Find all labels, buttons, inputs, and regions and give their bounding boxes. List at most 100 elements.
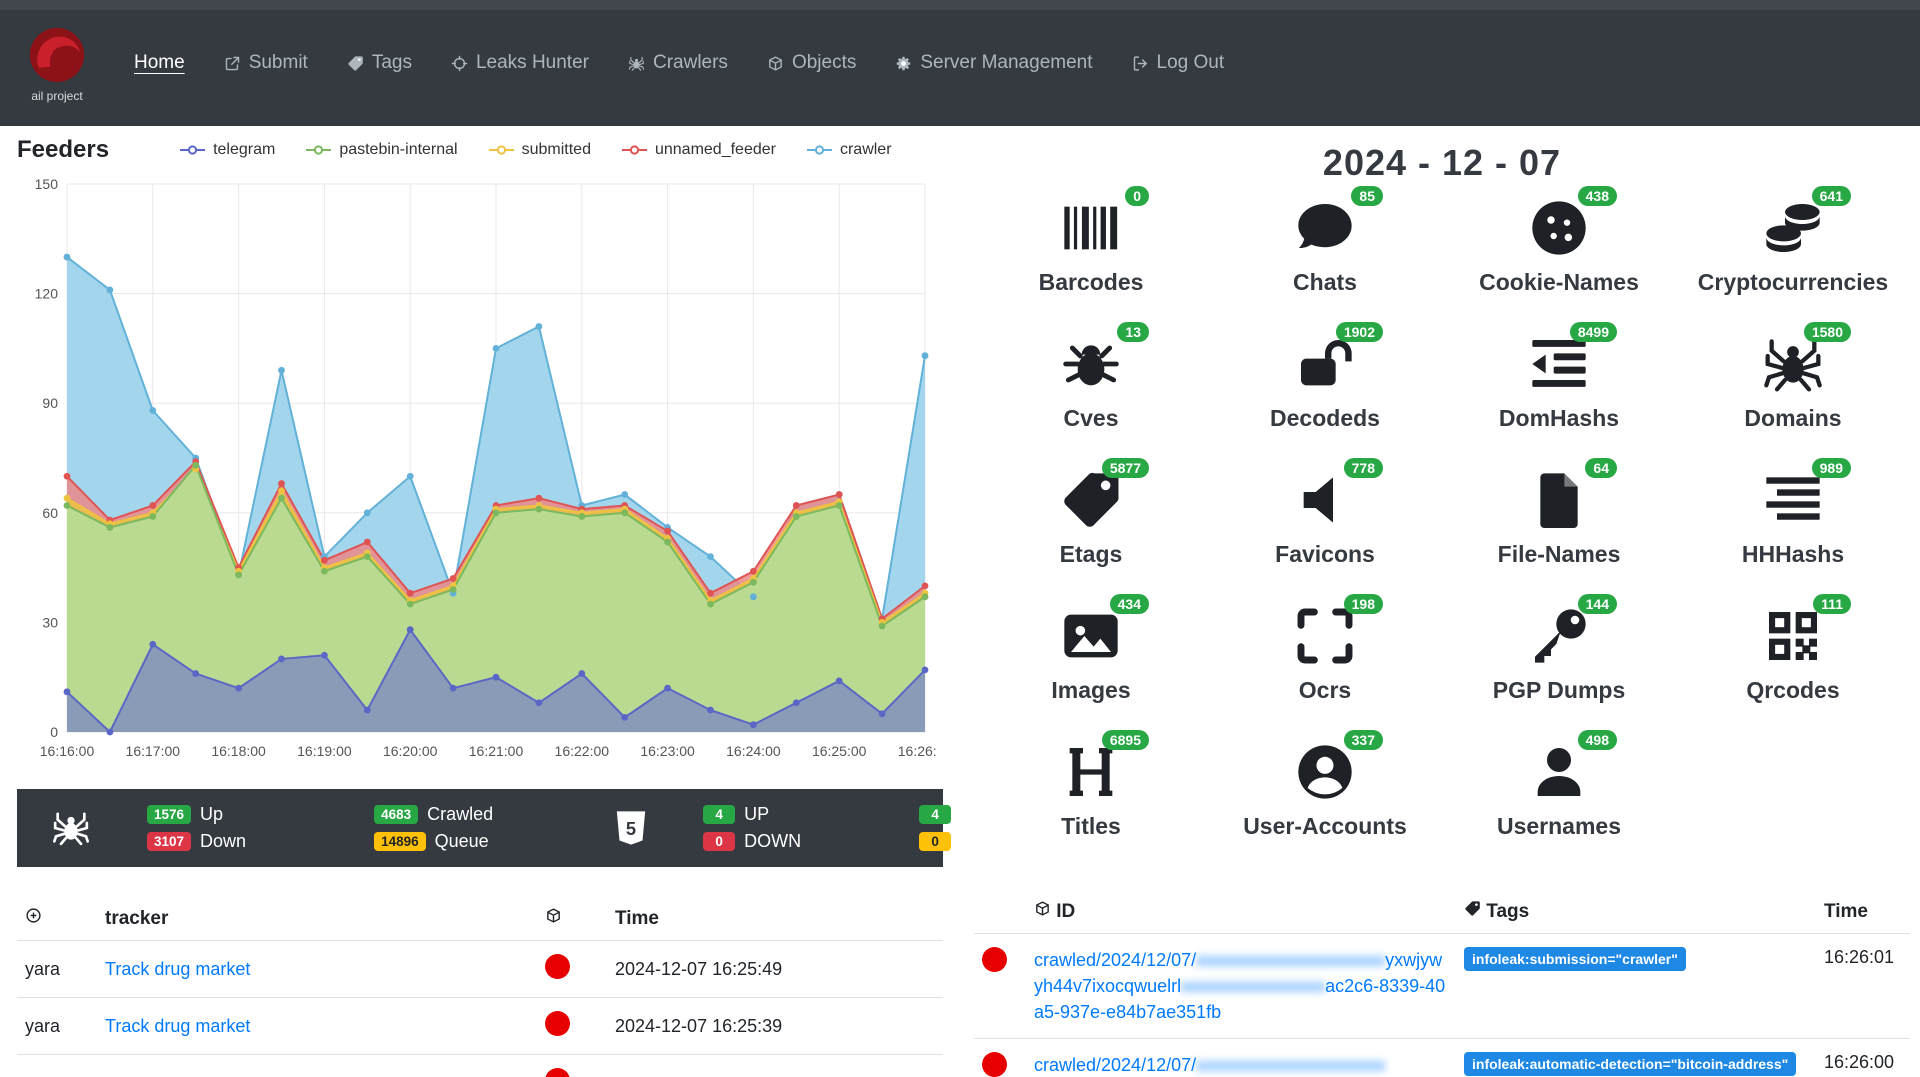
tracker-link[interactable]: Track drug market [105, 959, 250, 979]
object-card-domains[interactable]: 1580 Domains [1676, 322, 1910, 468]
object-count-badge: 13 [1117, 322, 1149, 342]
svg-text:16:20:00: 16:20:00 [383, 743, 438, 759]
nav-item-leaks-hunter[interactable]: Leaks Hunter [451, 52, 589, 74]
feeders-panel: Feeders telegram pastebin-internal submitt… [0, 126, 1026, 1077]
header-label: Tags [1481, 901, 1530, 922]
object-count-badge: 111 [1813, 594, 1851, 614]
object-count-badge: 198 [1343, 594, 1383, 614]
object-count-badge: 85 [1351, 186, 1383, 206]
object-label: Barcodes [1038, 269, 1144, 295]
object-card-file-names[interactable]: 64 File-Names [1442, 458, 1676, 604]
logo-caption: ail project [31, 88, 83, 103]
object-label: Cryptocurrencies [1697, 269, 1889, 295]
object-card-decodeds[interactable]: 1902 Decodeds [1208, 322, 1442, 468]
object-card-titles[interactable]: 6895 Titles [974, 730, 1208, 876]
object-card-usernames[interactable]: 498 Usernames [1442, 730, 1676, 876]
object-label: Decodeds [1270, 405, 1380, 431]
status-count-badge: 4683 [374, 805, 419, 824]
tracker-table-header: tracker Time [17, 897, 943, 941]
object-count-badge: 778 [1343, 458, 1383, 478]
nav-item-label: Crawlers [652, 52, 728, 73]
svg-text:90: 90 [42, 395, 58, 411]
crawled-id-link[interactable]: crawled/2024/12/07/xxxxxxxxxxxxxxxxxxxxx [1034, 1055, 1385, 1075]
tracker-link[interactable]: Track drug market [105, 1016, 250, 1036]
tag-icon [1464, 900, 1481, 917]
status-count-badge: 0 [703, 832, 736, 851]
status-label: Up [200, 804, 224, 824]
object-card-chats[interactable]: 85 Chats [1208, 186, 1442, 332]
id-row: crawled/2024/12/07/xxxxxxxxxxxxxxxxxxxxx… [974, 932, 1910, 1039]
date-heading: 2024 - 12 - 07 [1322, 142, 1562, 183]
object-card-cryptocurrencies[interactable]: 641 Cryptocurrencies [1676, 186, 1910, 332]
tags-cell: infoleak:submission="crawler" [1456, 932, 1816, 1039]
legend-label: crawler [839, 141, 892, 158]
nav-item-tags[interactable]: Tags [347, 52, 412, 74]
legend-item-submitted: submitted [488, 141, 591, 159]
tracker-row-partial [17, 1054, 943, 1077]
nav-item-objects[interactable]: Objects [767, 52, 856, 74]
cookie-icon [1527, 196, 1591, 260]
nav-item-log-out[interactable]: Log Out [1132, 52, 1224, 74]
coins-icon [1761, 196, 1825, 260]
status-row: 3107 Down [147, 831, 246, 852]
infoleak-tag-badge[interactable]: infoleak:submission="crawler" [1464, 947, 1686, 971]
html5-icon: 5 [611, 808, 651, 848]
object-card-ocrs[interactable]: 198 Ocrs [1208, 594, 1442, 740]
nav-items: Home Submit Tags Leaks Hunter Crawlers Object… [134, 52, 1263, 74]
id-text-segment: crawled/2024/12/07/ [1034, 950, 1197, 970]
status-count-badge: 3107 [147, 832, 192, 851]
id-table: ID Tags Time crawled/2024/12/07/xxxxxxxx… [974, 890, 1910, 1077]
spider-icon [628, 55, 645, 72]
object-card-etags[interactable]: 5877 Etags [974, 458, 1208, 604]
crawler-status-bar: 1576 Up 3107 Down 4683 Crawled 14896 Queue 5 4 UP 0… [17, 789, 1026, 867]
sign-out-icon [1132, 55, 1149, 72]
object-label: HHHashs [1741, 541, 1845, 567]
cube-icon [1034, 900, 1051, 917]
object-card-images[interactable]: 434 Images [974, 594, 1208, 740]
id-text-segment: crawled/2024/12/07/ [1034, 1055, 1197, 1076]
object-card-user-accounts[interactable]: 337 User-Accounts [1208, 730, 1442, 876]
tracker-header-time: Time [607, 897, 943, 941]
object-label: Cookie-Names [1479, 269, 1639, 295]
object-label: Qrcodes [1746, 677, 1840, 703]
objects-grid: 0 Barcodes 85 Chats 438 Cookie-Names 641 Crypto… [974, 186, 1910, 876]
object-label: User-Accounts [1243, 813, 1407, 839]
object-card-pgp-dumps[interactable]: 144 PGP Dumps [1442, 594, 1676, 740]
object-card-hhhashs[interactable]: 989 HHHashs [1676, 458, 1910, 604]
object-count-badge: 989 [1811, 458, 1851, 478]
object-count-badge: 8499 [1569, 322, 1617, 342]
svg-text:16:21:00: 16:21:00 [469, 743, 524, 759]
bug-icon [1059, 332, 1123, 396]
tracker-time: 2024-12-07 16:25:49 [607, 940, 943, 998]
status-row: 1576 Up [147, 804, 246, 825]
nav-item-crawlers[interactable]: Crawlers [628, 52, 728, 74]
status-count-badge: 4 [703, 805, 736, 824]
status-group: 4 UP 0 DOWN [703, 804, 801, 852]
legend-marker-icon [806, 145, 832, 155]
tracker-header-icon [537, 897, 607, 941]
object-count-badge: 641 [1811, 186, 1851, 206]
external-link-icon [224, 55, 241, 72]
legend-label: unnamed_feeder [654, 141, 776, 158]
svg-text:16:18:00: 16:18:00 [211, 743, 266, 759]
nav-item-label: Objects [791, 52, 857, 73]
tracker-type: yara [17, 940, 97, 998]
object-card-domhashs[interactable]: 8499 DomHashs [1442, 322, 1676, 468]
ail-logo[interactable]: ail project [26, 24, 88, 103]
object-card-cves[interactable]: 13 Cves [974, 322, 1208, 468]
nav-item-submit[interactable]: Submit [224, 52, 308, 74]
volume-icon [1293, 468, 1357, 532]
nav-item-home[interactable]: Home [134, 52, 185, 74]
infoleak-tag-badge[interactable]: infoleak:automatic-detection="bitcoin-ad… [1464, 1052, 1797, 1077]
object-card-qrcodes[interactable]: 111 Qrcodes [1676, 594, 1910, 740]
nav-item-server-management[interactable]: Server Management [895, 52, 1093, 74]
object-card-barcodes[interactable]: 0 Barcodes [974, 186, 1208, 332]
object-card-cookie-names[interactable]: 438 Cookie-Names [1442, 186, 1676, 332]
spider-icon [51, 808, 91, 848]
crawled-id-link[interactable]: crawled/2024/12/07/xxxxxxxxxxxxxxxxxxxxx… [1034, 950, 1445, 1022]
user-circle-icon [1293, 740, 1357, 804]
status-count-badge: 0 [919, 832, 952, 851]
object-card-favicons[interactable]: 778 Favicons [1208, 458, 1442, 604]
tracker-type: yara [17, 997, 97, 1055]
svg-text:120: 120 [35, 286, 59, 302]
